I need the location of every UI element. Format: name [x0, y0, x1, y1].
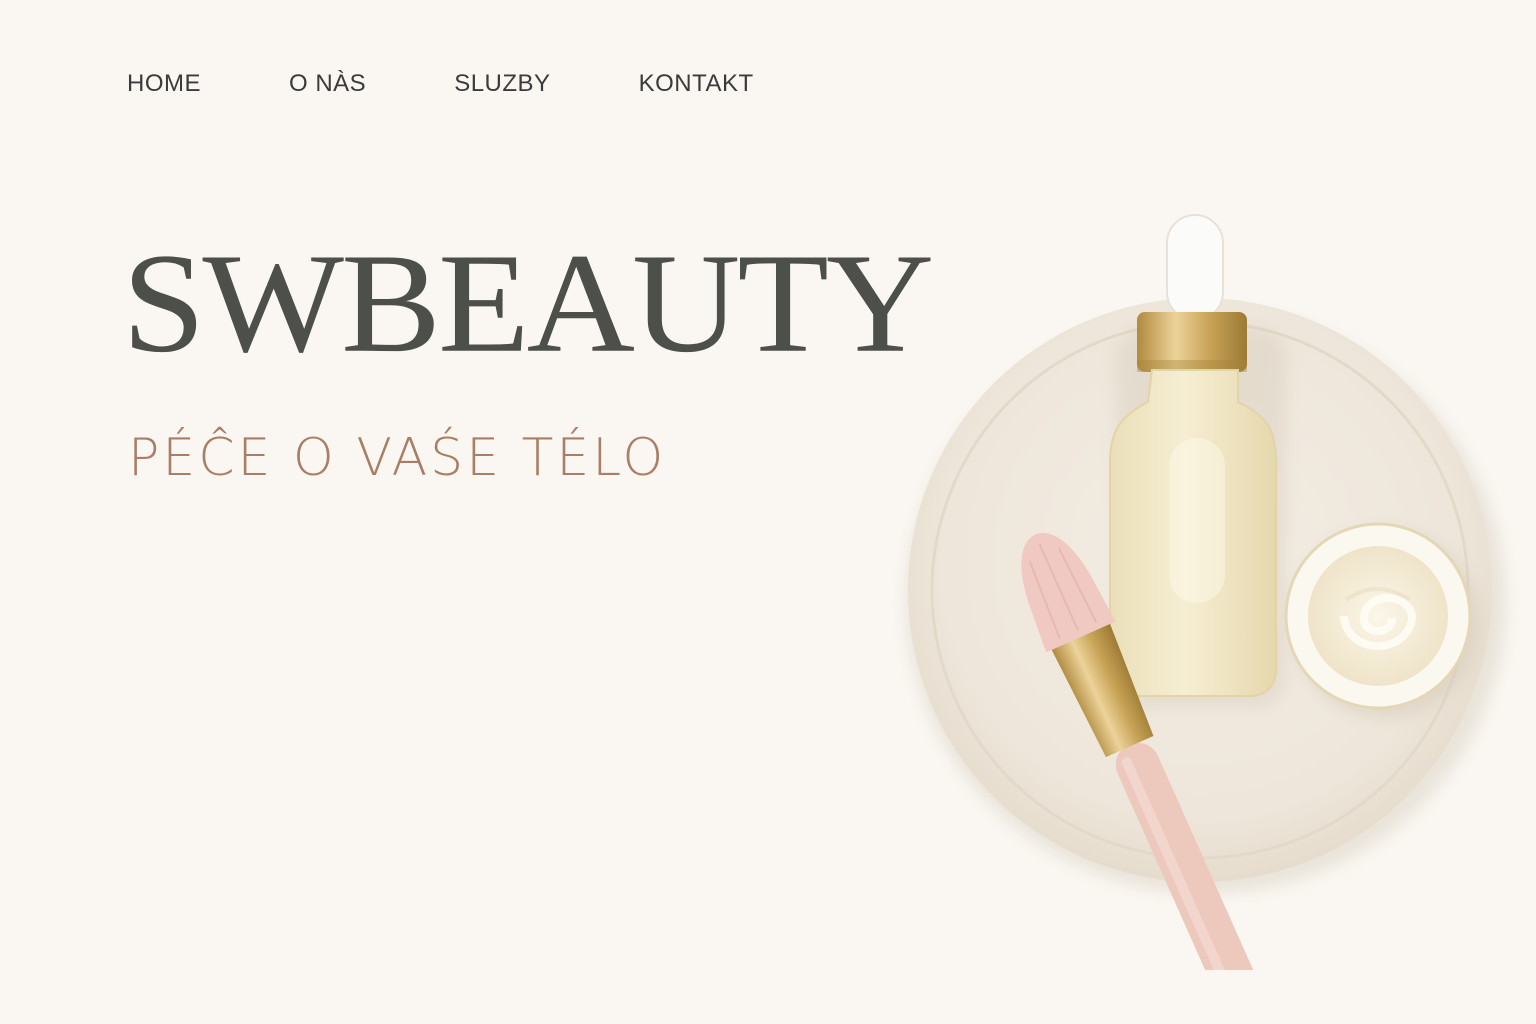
cosmetics-hero-image [906, 214, 1506, 970]
brand-tagline: PÉĈE O VAŚE TÉLO [128, 428, 667, 488]
landing-page: HOME O NÀS SLUZBY KONTAKT SWBEAUTY PÉĈE … [0, 0, 1536, 1024]
main-navigation: HOME O NÀS SLUZBY KONTAKT [127, 70, 754, 98]
dropper-bulb [1166, 214, 1224, 321]
nav-home-link[interactable]: HOME [127, 70, 201, 98]
nav-about-link[interactable]: O NÀS [289, 70, 366, 98]
brand-title: SWBEAUTY [122, 224, 934, 383]
nav-contact-link[interactable]: KONTAKT [639, 70, 754, 98]
nav-services-link[interactable]: SLUZBY [454, 70, 550, 98]
